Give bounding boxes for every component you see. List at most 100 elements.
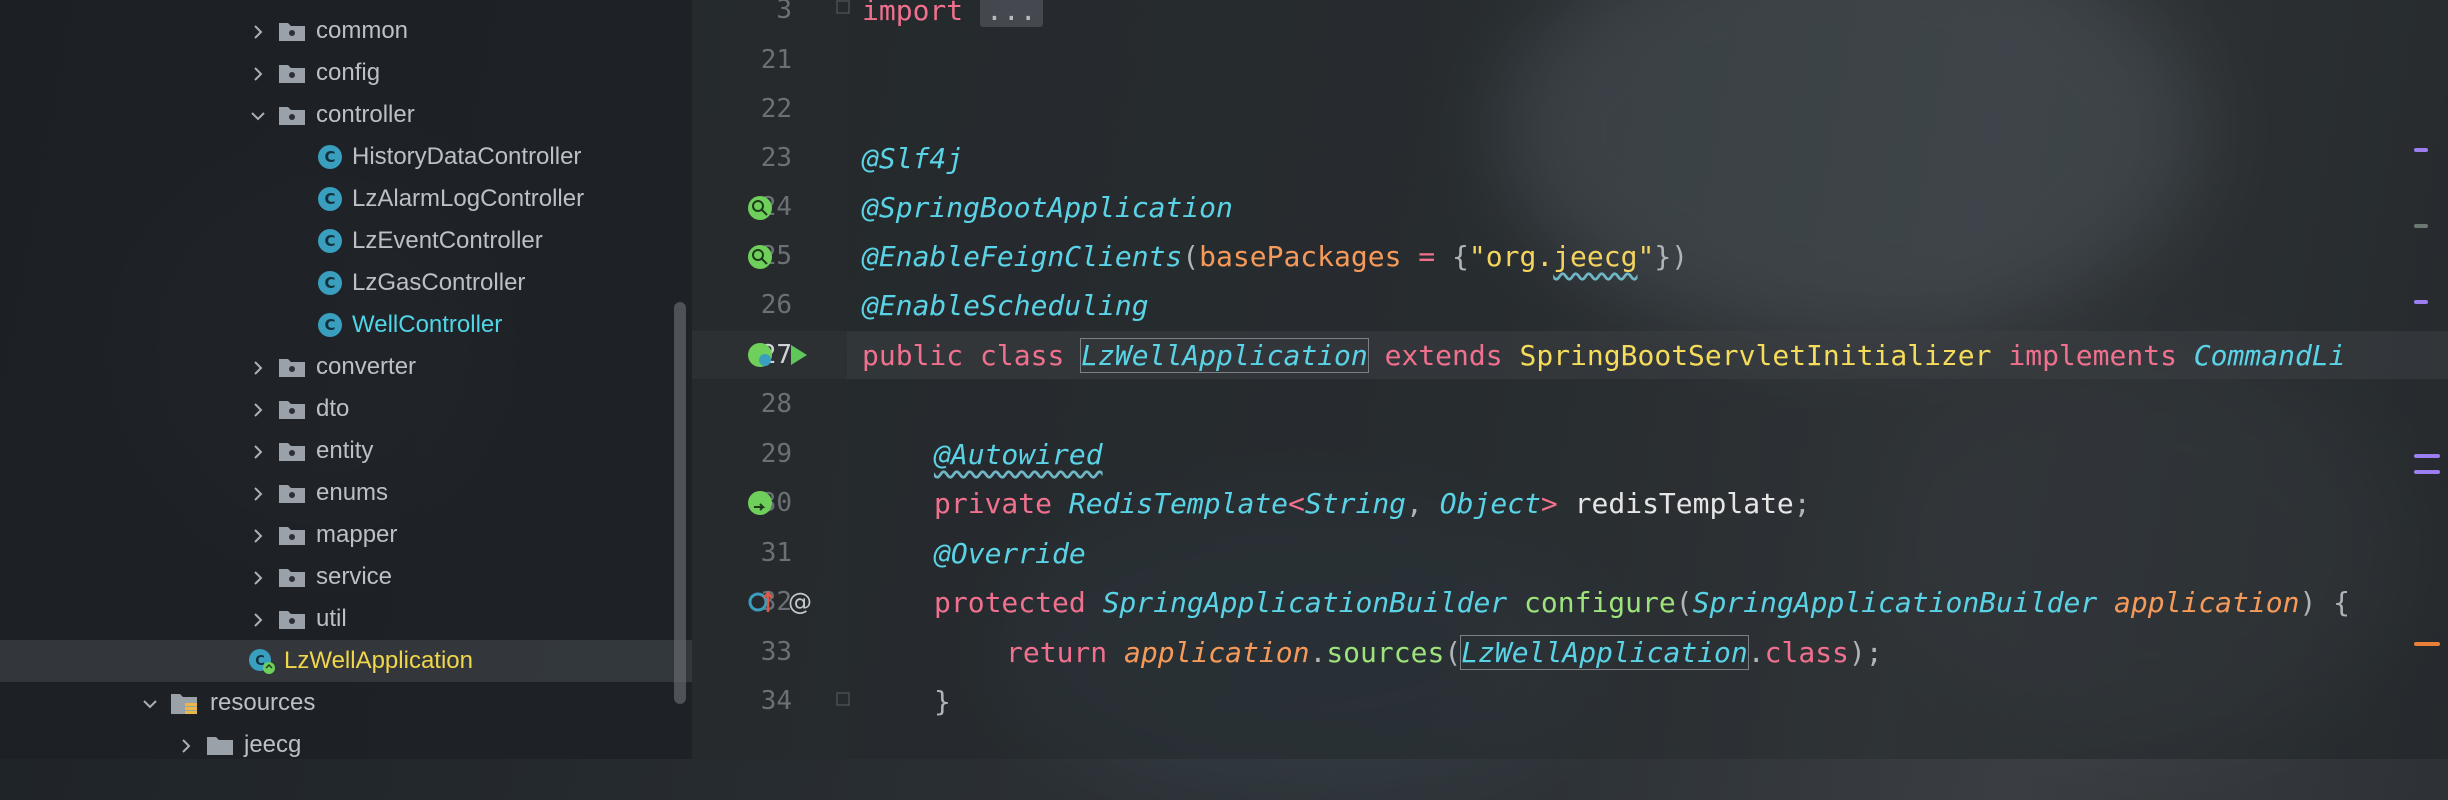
- line-number[interactable]: 23: [692, 134, 792, 183]
- java-class-icon: C: [318, 145, 342, 169]
- error-stripe-marker[interactable]: [2414, 224, 2428, 228]
- code-token: <: [1288, 487, 1305, 520]
- line-number[interactable]: 33: [692, 628, 792, 677]
- chevron-down-icon[interactable]: [248, 105, 268, 125]
- line-number[interactable]: 3: [692, 0, 792, 35]
- folder-icon: [278, 608, 306, 630]
- code-line-26[interactable]: @EnableScheduling: [862, 281, 1149, 330]
- code-editor[interactable]: 3 21 22 23 24 25 26 27 28 29 30 31 32 33…: [692, 0, 2448, 759]
- code-line-24[interactable]: @SpringBootApplication: [862, 183, 1233, 232]
- line-number[interactable]: 29: [692, 430, 792, 479]
- code-line-33[interactable]: return application.sources(LzWellApplica…: [1006, 628, 1883, 677]
- tree-item-resources[interactable]: resources: [0, 682, 692, 724]
- chevron-right-icon[interactable]: [176, 735, 196, 755]
- tree-item-lz-well-application[interactable]: C LzWellApplication: [0, 640, 692, 682]
- line-number[interactable]: 30: [692, 479, 792, 528]
- folder-icon: [278, 440, 306, 462]
- folded-imports[interactable]: ...: [980, 0, 1043, 27]
- tree-item-config[interactable]: config: [0, 52, 692, 94]
- error-stripe-marker[interactable]: [2414, 454, 2440, 458]
- code-token: application: [2114, 586, 2300, 619]
- code-token: (: [1444, 636, 1462, 669]
- chevron-right-icon[interactable]: [248, 483, 268, 503]
- tree-item-lz-gas-controller[interactable]: C LzGasController: [0, 262, 692, 304]
- code-token: redisTemplate: [1574, 487, 1794, 520]
- chevron-right-icon[interactable]: [248, 357, 268, 377]
- code-line-3[interactable]: import ...: [862, 0, 1043, 35]
- chevron-down-icon[interactable]: [140, 693, 160, 713]
- folder-icon: [278, 482, 306, 504]
- spring-bean-search-icon[interactable]: [746, 194, 774, 222]
- line-number[interactable]: 31: [692, 529, 792, 578]
- code-line-34[interactable]: }: [934, 677, 951, 726]
- code-line-31[interactable]: @Override: [934, 529, 1086, 578]
- tree-item-well-controller[interactable]: C WellController: [0, 304, 692, 346]
- chevron-right-icon[interactable]: [248, 441, 268, 461]
- line-number-current[interactable]: 27: [692, 331, 792, 380]
- line-number[interactable]: 21: [692, 36, 792, 85]
- fold-marker-icon[interactable]: [836, 0, 850, 14]
- line-number[interactable]: 25: [692, 232, 792, 281]
- tree-scrollbar-thumb[interactable]: [674, 302, 686, 704]
- class-name-token[interactable]: LzWellApplication: [1080, 338, 1369, 373]
- chevron-right-icon[interactable]: [248, 63, 268, 83]
- tree-item-service[interactable]: service: [0, 556, 692, 598]
- class-name-token[interactable]: LzWellApplication: [1460, 635, 1749, 670]
- tree-item-controller[interactable]: controller: [0, 94, 692, 136]
- code-token: .: [1309, 636, 1327, 669]
- run-icon[interactable]: [784, 341, 812, 369]
- code-line-25[interactable]: @EnableFeignClients(basePackages = {"org…: [862, 232, 1688, 281]
- tree-item-label: util: [316, 605, 347, 632]
- folder-icon: [278, 104, 306, 126]
- code-line-30[interactable]: private RedisTemplate<String, Object> re…: [934, 479, 1811, 528]
- code-line-32[interactable]: protected SpringApplicationBuilder confi…: [934, 578, 2350, 627]
- chevron-right-icon[interactable]: [248, 525, 268, 545]
- tree-item-history-data-controller[interactable]: C HistoryDataController: [0, 136, 692, 178]
- line-number[interactable]: 28: [692, 380, 792, 429]
- code-token: jeecg: [1553, 240, 1638, 273]
- line-number[interactable]: 34: [692, 677, 792, 726]
- chevron-right-icon[interactable]: [248, 567, 268, 587]
- code-token: String: [1304, 487, 1407, 520]
- tree-item-lz-event-controller[interactable]: C LzEventController: [0, 220, 692, 262]
- tree-item-enums[interactable]: enums: [0, 472, 692, 514]
- spring-bean-search-icon[interactable]: [746, 243, 774, 271]
- chevron-right-icon[interactable]: [248, 609, 268, 629]
- code-token: private: [934, 487, 1053, 520]
- fold-marker-icon[interactable]: [836, 692, 850, 706]
- override-method-icon[interactable]: [746, 588, 774, 616]
- tree-item-jeecg[interactable]: jeecg: [0, 724, 692, 759]
- code-token: ) {: [2299, 586, 2351, 619]
- tree-item-label: controller: [316, 101, 415, 128]
- code-line-23[interactable]: @Slf4j: [862, 134, 963, 183]
- error-stripe-marker[interactable]: [2414, 642, 2440, 646]
- chevron-right-icon[interactable]: [248, 399, 268, 419]
- spring-bean-icon[interactable]: [746, 341, 774, 369]
- tree-item-mapper[interactable]: mapper: [0, 514, 692, 556]
- tree-item-entity[interactable]: entity: [0, 430, 692, 472]
- project-tree-panel: common config controller C HistoryDataCo…: [0, 0, 692, 759]
- code-token: @EnableScheduling: [862, 289, 1149, 322]
- tree-item-common[interactable]: common: [0, 10, 692, 52]
- at-sign-icon[interactable]: @: [786, 588, 814, 616]
- tree-item-converter[interactable]: converter: [0, 346, 692, 388]
- chevron-right-icon[interactable]: [248, 21, 268, 41]
- error-stripe-marker[interactable]: [2414, 470, 2440, 474]
- line-number[interactable]: 32: [692, 578, 792, 627]
- code-token: (: [1182, 240, 1200, 273]
- error-stripe-marker[interactable]: [2414, 148, 2428, 152]
- tree-item-util[interactable]: util: [0, 598, 692, 640]
- tree-item-dto[interactable]: dto: [0, 388, 692, 430]
- tree-item-lz-alarm-log-controller[interactable]: C LzAlarmLogController: [0, 178, 692, 220]
- line-number[interactable]: 24: [692, 183, 792, 232]
- code-line-29[interactable]: @Autowired: [934, 430, 1103, 479]
- tree-item-label: mapper: [316, 521, 398, 548]
- line-number[interactable]: 22: [692, 85, 792, 134]
- line-number[interactable]: 26: [692, 281, 792, 330]
- tree-item-label: WellController: [352, 311, 503, 338]
- autowired-navigate-icon[interactable]: [746, 489, 774, 517]
- code-line-27[interactable]: public class LzWellApplication extends S…: [862, 331, 2346, 380]
- tree-item-label: service: [316, 563, 393, 590]
- error-stripe-marker[interactable]: [2414, 300, 2428, 304]
- folder-icon: [278, 398, 306, 420]
